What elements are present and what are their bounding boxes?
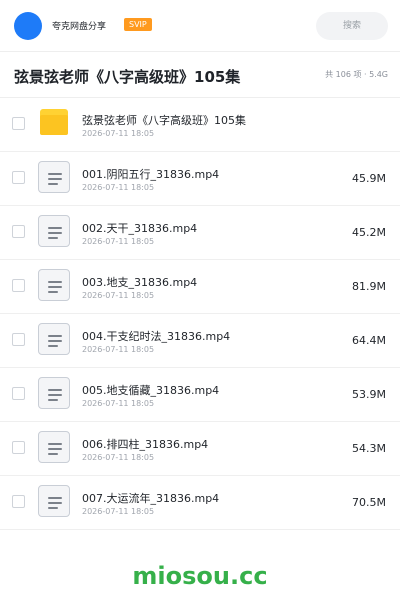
item-name: 004.干支纪时法_31836.mp4 [82,330,231,343]
row-checkbox[interactable] [12,279,25,292]
row-checkbox[interactable] [12,387,25,400]
list-item[interactable]: 002.天干_31836.mp4 2026-07-11 18:05 45.2M [0,206,400,260]
row-checkbox[interactable] [12,333,25,346]
video-file-icon [38,377,70,409]
video-file-icon [38,431,70,463]
list-item[interactable]: 005.地支循藏_31836.mp4 2026-07-11 18:05 53.9… [0,368,400,422]
item-name: 003.地支_31836.mp4 [82,276,198,289]
item-name: 001.阴阳五行_31836.mp4 [82,168,220,181]
video-file-icon [38,485,70,517]
list-item[interactable]: 006.排四柱_31836.mp4 2026-07-11 18:05 54.3M [0,422,400,476]
item-date: 2026-07-11 18:05 [82,237,155,246]
item-size: 81.9M [352,280,386,293]
item-size: 45.9M [352,172,386,185]
item-name: 007.大运流年_31836.mp4 [82,492,220,505]
item-date: 2026-07-11 18:05 [82,129,155,138]
item-date: 2026-07-11 18:05 [82,183,155,192]
item-size: 54.3M [352,442,386,455]
list-item[interactable]: 弦景弦老师《八字高级班》105集 2026-07-11 18:05 [0,98,400,152]
page-title: 弦景弦老师《八字高级班》105集 [14,68,241,86]
item-date: 2026-07-11 18:05 [82,399,155,408]
search-input[interactable]: 搜索 [316,12,388,40]
item-size: 64.4M [352,334,386,347]
row-checkbox[interactable] [12,117,25,130]
brand-name: 夸克网盘分享 [52,22,107,32]
item-name: 002.天干_31836.mp4 [82,222,198,235]
svip-badge: SVIP [124,18,152,31]
file-list: 弦景弦老师《八字高级班》105集 2026-07-11 18:05 001.阴阳… [0,98,400,530]
item-date: 2026-07-11 18:05 [82,345,155,354]
list-item[interactable]: 001.阴阳五行_31836.mp4 2026-07-11 18:05 45.9… [0,152,400,206]
item-date: 2026-07-11 18:05 [82,507,155,516]
video-file-icon [38,323,70,355]
list-item[interactable]: 004.干支纪时法_31836.mp4 2026-07-11 18:05 64.… [0,314,400,368]
video-file-icon [38,161,70,193]
item-name: 006.排四柱_31836.mp4 [82,438,209,451]
watermark-logo: miosou.cc [132,562,268,590]
video-file-icon [38,269,70,301]
avatar[interactable] [14,12,42,40]
share-page: 夸克网盘分享 SVIP 搜索 弦景弦老师《八字高级班》105集 共 106 项 … [0,0,400,600]
item-size: 70.5M [352,496,386,509]
row-checkbox[interactable] [12,171,25,184]
list-item[interactable]: 003.地支_31836.mp4 2026-07-11 18:05 81.9M [0,260,400,314]
row-checkbox[interactable] [12,225,25,238]
top-bar: 夸克网盘分享 SVIP 搜索 [0,0,400,52]
item-size: 45.2M [352,226,386,239]
row-checkbox[interactable] [12,495,25,508]
video-file-icon [38,215,70,247]
folder-icon [40,109,68,135]
item-date: 2026-07-11 18:05 [82,453,155,462]
folder-summary: 共 106 项 · 5.4G [325,70,388,79]
item-name: 弦景弦老师《八字高级班》105集 [82,114,246,127]
item-date: 2026-07-11 18:05 [82,291,155,300]
item-size: 53.9M [352,388,386,401]
item-name: 005.地支循藏_31836.mp4 [82,384,220,397]
row-checkbox[interactable] [12,441,25,454]
list-item[interactable]: 007.大运流年_31836.mp4 2026-07-11 18:05 70.5… [0,476,400,530]
folder-header: 弦景弦老师《八字高级班》105集 共 106 项 · 5.4G [0,52,400,98]
